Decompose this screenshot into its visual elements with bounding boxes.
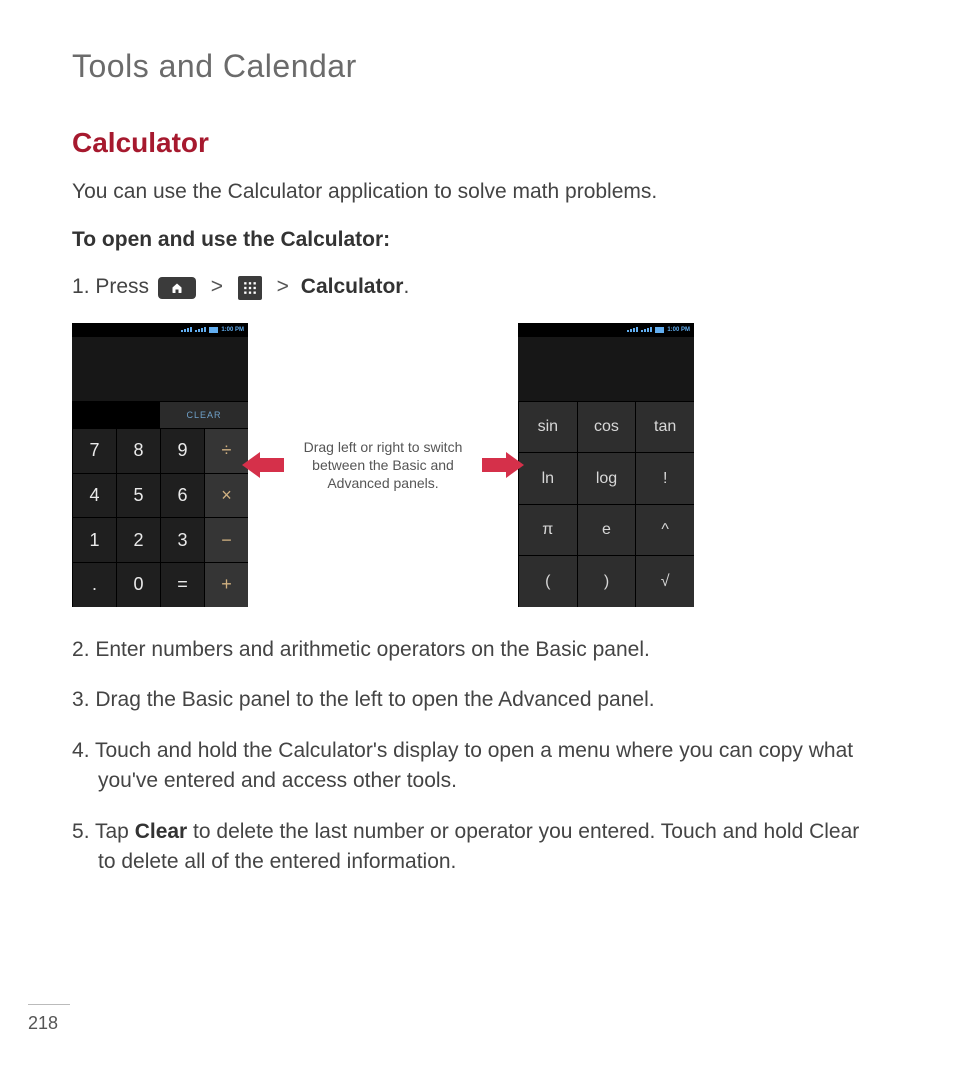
intro-text: You can use the Calculator application t… <box>72 177 882 206</box>
drag-hint: Drag left or right to switch between the… <box>298 438 468 493</box>
subheading: To open and use the Calculator: <box>72 228 882 252</box>
breadcrumb-sep-2: > <box>277 275 289 298</box>
step-2: Enter numbers and arithmetic operators o… <box>72 635 882 665</box>
key-(: ( <box>518 555 577 607</box>
step-5-text-a: Tap <box>95 820 135 843</box>
key-!: ! <box>635 452 694 504</box>
signal-icon-2 <box>641 327 652 332</box>
basic-keypad: 789÷456×123−.0=+ <box>72 428 248 607</box>
status-time-adv: 1:00 PM <box>667 327 690 333</box>
advanced-keypad: sincostan lnlog! πe^ ()√ <box>518 401 694 607</box>
key-log: log <box>577 452 636 504</box>
battery-icon <box>655 327 664 333</box>
key-π: π <box>518 504 577 556</box>
key-=: = <box>160 562 204 607</box>
page-number: 218 <box>28 1004 70 1034</box>
key-^: ^ <box>635 504 694 556</box>
key-.: . <box>72 562 116 607</box>
step-1-text-c: . <box>403 275 409 298</box>
signal-icon <box>181 327 192 332</box>
calculator-display <box>72 337 248 401</box>
step-1: Press > > Calculator. <box>72 272 882 302</box>
key-4: 4 <box>72 473 116 518</box>
home-icon <box>171 282 183 294</box>
key-5: 5 <box>116 473 160 518</box>
key-6: 6 <box>160 473 204 518</box>
signal-icon-2 <box>195 327 206 332</box>
breadcrumb-sep-1: > <box>211 275 223 298</box>
key-9: 9 <box>160 428 204 473</box>
step-5: Tap Clear to delete the last number or o… <box>72 817 882 878</box>
key-−: − <box>204 517 248 562</box>
key-√: √ <box>635 555 694 607</box>
home-button-icon <box>158 277 196 299</box>
screenshot-row: 1:00 PM CLEAR 789÷456×123−.0=+ Drag left… <box>72 323 882 607</box>
step-1-target: Calculator <box>301 275 404 298</box>
arrow-left-icon <box>242 452 284 478</box>
key-0: 0 <box>116 562 160 607</box>
step-5-text-c: to delete the last number or operator yo… <box>98 820 859 873</box>
signal-icon <box>627 327 638 332</box>
phone-adv-statusbar: 1:00 PM <box>518 323 694 337</box>
key-cos: cos <box>577 401 636 453</box>
calculator-display-adv <box>518 337 694 401</box>
step-5-clear: Clear <box>135 820 188 843</box>
step-1-text-a: Press <box>95 275 155 298</box>
key-8: 8 <box>116 428 160 473</box>
status-time: 1:00 PM <box>221 327 244 333</box>
key-×: × <box>204 473 248 518</box>
step-4: Touch and hold the Calculator's display … <box>72 736 882 797</box>
key-e: e <box>577 504 636 556</box>
section-title: Calculator <box>72 127 882 159</box>
battery-icon <box>209 327 218 333</box>
key-3: 3 <box>160 517 204 562</box>
phone-basic-statusbar: 1:00 PM <box>72 323 248 337</box>
apps-grid-icon <box>243 281 257 295</box>
key-+: + <box>204 562 248 607</box>
clear-button: CLEAR <box>159 401 248 428</box>
chapter-title: Tools and Calendar <box>72 48 882 85</box>
key-1: 1 <box>72 517 116 562</box>
key-2: 2 <box>116 517 160 562</box>
phone-advanced: 1:00 PM sincostan lnlog! πe^ ()√ <box>518 323 694 607</box>
apps-button-icon <box>238 276 262 300</box>
key-tan: tan <box>635 401 694 453</box>
step-3: Drag the Basic panel to the left to open… <box>72 685 882 715</box>
key-7: 7 <box>72 428 116 473</box>
key-): ) <box>577 555 636 607</box>
phone-basic: 1:00 PM CLEAR 789÷456×123−.0=+ <box>72 323 248 607</box>
key-ln: ln <box>518 452 577 504</box>
key-sin: sin <box>518 401 577 453</box>
arrow-right-icon <box>482 452 524 478</box>
